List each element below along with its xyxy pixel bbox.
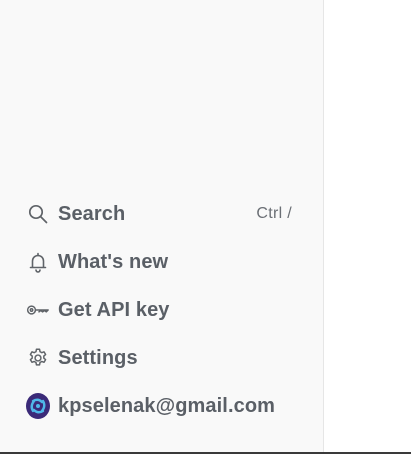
sidebar-item-get-api-key[interactable]: Get API key <box>26 286 296 334</box>
sidebar-item-label: Get API key <box>58 298 170 321</box>
avatar-image <box>26 393 50 419</box>
search-icon <box>26 202 50 226</box>
key-icon <box>26 298 50 322</box>
avatar <box>26 393 50 419</box>
main-content <box>324 0 411 452</box>
sidebar-item-search[interactable]: Search Ctrl / <box>26 190 296 238</box>
sidebar-bottom-nav: Search Ctrl / What's new Get API key Set… <box>26 190 296 430</box>
sidebar: Search Ctrl / What's new Get API key Set… <box>0 0 324 452</box>
gear-icon <box>26 346 50 370</box>
account-email: kpselenak@gmail.com <box>58 394 276 417</box>
app-window: Search Ctrl / What's new Get API key Set… <box>0 0 411 454</box>
sidebar-item-settings[interactable]: Settings <box>26 334 296 382</box>
sidebar-item-whats-new[interactable]: What's new <box>26 238 296 286</box>
sidebar-item-label: What's new <box>58 250 169 273</box>
bell-icon <box>26 250 50 274</box>
sidebar-item-label: Settings <box>58 346 138 369</box>
sidebar-item-label: Search <box>58 202 126 225</box>
account-menu[interactable]: kpselenak@gmail.com <box>26 382 296 430</box>
keyboard-shortcut: Ctrl / <box>256 205 292 222</box>
